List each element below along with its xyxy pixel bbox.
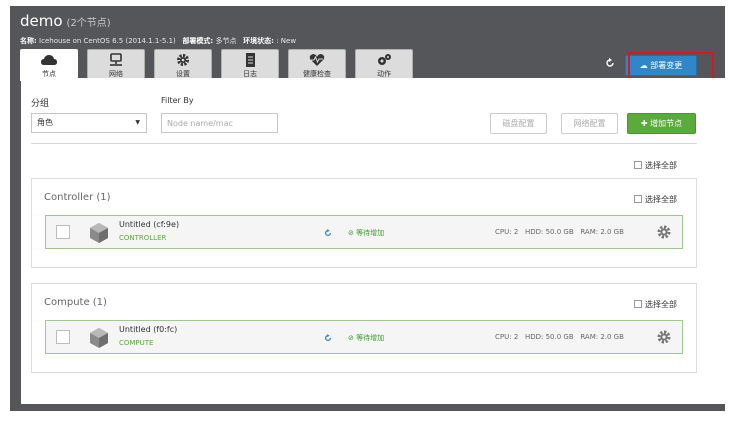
network-config-button[interactable]: 网络配置 bbox=[561, 113, 618, 134]
node-cpu: CPU: 2 bbox=[495, 228, 519, 236]
compute-group: Compute (1) 选择全部 Untitled (f0:fc) COMPUT… bbox=[31, 283, 697, 373]
mode-label: 部署模式: bbox=[182, 37, 214, 45]
status-label: 环境状态: bbox=[243, 37, 274, 45]
node-specs: CPU: 2 HDD: 50.0 GB RAM: 2.0 GB bbox=[495, 228, 624, 236]
select-all-checkbox[interactable] bbox=[634, 300, 642, 308]
status-value: : New bbox=[276, 37, 297, 45]
disk-config-button[interactable]: 磁盘配置 bbox=[490, 113, 547, 134]
node-row[interactable]: Untitled (f0:fc) COMPUTE ⊘ 等待增加 CPU: 2 H… bbox=[45, 320, 683, 354]
mode-value: 多节点 bbox=[215, 37, 237, 45]
refresh-icon[interactable] bbox=[605, 58, 615, 68]
node-ram: RAM: 2.0 GB bbox=[580, 333, 624, 341]
filter-input[interactable] bbox=[161, 113, 278, 133]
select-all-compute[interactable]: 选择全部 bbox=[634, 299, 677, 310]
node-count: (2个节点) bbox=[66, 18, 111, 29]
group-title: Compute (1) bbox=[44, 297, 107, 308]
add-node-label: 增加节点 bbox=[650, 119, 683, 128]
controller-group: Controller (1) 选择全部 Untitled (cf:9e) CON… bbox=[31, 178, 697, 268]
tab-logs[interactable]: 日志 bbox=[221, 49, 279, 79]
divider bbox=[31, 143, 697, 144]
select-all-label: 选择全部 bbox=[645, 195, 677, 204]
gear-icon bbox=[177, 54, 189, 66]
node-name: Untitled (cf:9e) bbox=[119, 220, 180, 229]
tab-nodes[interactable]: 节点 bbox=[20, 49, 78, 81]
tab-network[interactable]: 网络 bbox=[87, 49, 145, 79]
group-by-select[interactable]: 角色 ▼ bbox=[31, 113, 147, 133]
tab-settings[interactable]: 设置 bbox=[154, 49, 212, 79]
node-row[interactable]: Untitled (cf:9e) CONTROLLER ⊘ 等待增加 CPU: … bbox=[45, 215, 683, 249]
select-all-controller[interactable]: 选择全部 bbox=[634, 194, 677, 205]
filter-label: Filter By bbox=[161, 96, 194, 105]
log-icon bbox=[246, 53, 255, 67]
name-label: 名称: bbox=[20, 37, 37, 45]
node-checkbox[interactable] bbox=[56, 225, 70, 239]
group-by-value: 角色 bbox=[37, 118, 53, 127]
node-checkbox[interactable] bbox=[56, 330, 70, 344]
node-cpu: CPU: 2 bbox=[495, 333, 519, 341]
select-all-label: 选择全部 bbox=[645, 300, 677, 309]
select-all-label: 选择全部 bbox=[645, 161, 677, 170]
node-hdd: HDD: 50.0 GB bbox=[524, 333, 574, 341]
env-info: 名称: Icehouse on CentOS 6.5 (2014.1.1-5.1… bbox=[20, 36, 296, 46]
node-status: ⊘ 等待增加 bbox=[348, 334, 385, 342]
network-icon bbox=[110, 53, 122, 66]
tab-health-check[interactable]: 健康检查 bbox=[288, 49, 346, 79]
tab-actions[interactable]: 动作 bbox=[355, 49, 413, 79]
nodes-panel: 分组 Filter By 角色 ▼ 磁盘配置 网络配置 ✚ 增加节点 选择全部 … bbox=[21, 78, 725, 404]
server-box-icon bbox=[90, 223, 108, 243]
select-all-checkbox[interactable] bbox=[634, 195, 642, 203]
gear-icon[interactable] bbox=[656, 224, 672, 240]
refresh-icon[interactable] bbox=[324, 229, 332, 237]
server-box-icon bbox=[90, 328, 108, 348]
heart-icon bbox=[309, 54, 325, 66]
name-value: Icehouse on CentOS 6.5 (2014.1.1-5.1) bbox=[39, 37, 176, 45]
select-all-checkbox[interactable] bbox=[634, 161, 642, 169]
node-specs: CPU: 2 HDD: 50.0 GB RAM: 2.0 GB bbox=[495, 333, 624, 341]
gears-icon bbox=[378, 54, 391, 65]
add-node-button[interactable]: ✚ 增加节点 bbox=[627, 113, 696, 134]
select-all-nodes[interactable]: 选择全部 bbox=[634, 160, 677, 171]
node-name: Untitled (f0:fc) bbox=[119, 325, 178, 334]
caret-down-icon: ▼ bbox=[135, 119, 140, 126]
cloud-icon bbox=[41, 55, 57, 65]
node-role: CONTROLLER bbox=[119, 234, 167, 242]
env-name: demo bbox=[20, 12, 63, 30]
plus-icon: ✚ bbox=[640, 119, 648, 128]
node-ram: RAM: 2.0 GB bbox=[580, 228, 624, 236]
refresh-icon[interactable] bbox=[324, 334, 332, 342]
page-title: demo (2个节点) bbox=[20, 12, 111, 30]
group-label: 分组 bbox=[31, 99, 50, 109]
node-role: COMPUTE bbox=[119, 339, 154, 347]
group-title: Controller (1) bbox=[44, 192, 111, 203]
gear-icon[interactable] bbox=[656, 329, 672, 345]
node-hdd: HDD: 50.0 GB bbox=[524, 228, 574, 236]
node-status: ⊘ 等待增加 bbox=[348, 229, 385, 237]
